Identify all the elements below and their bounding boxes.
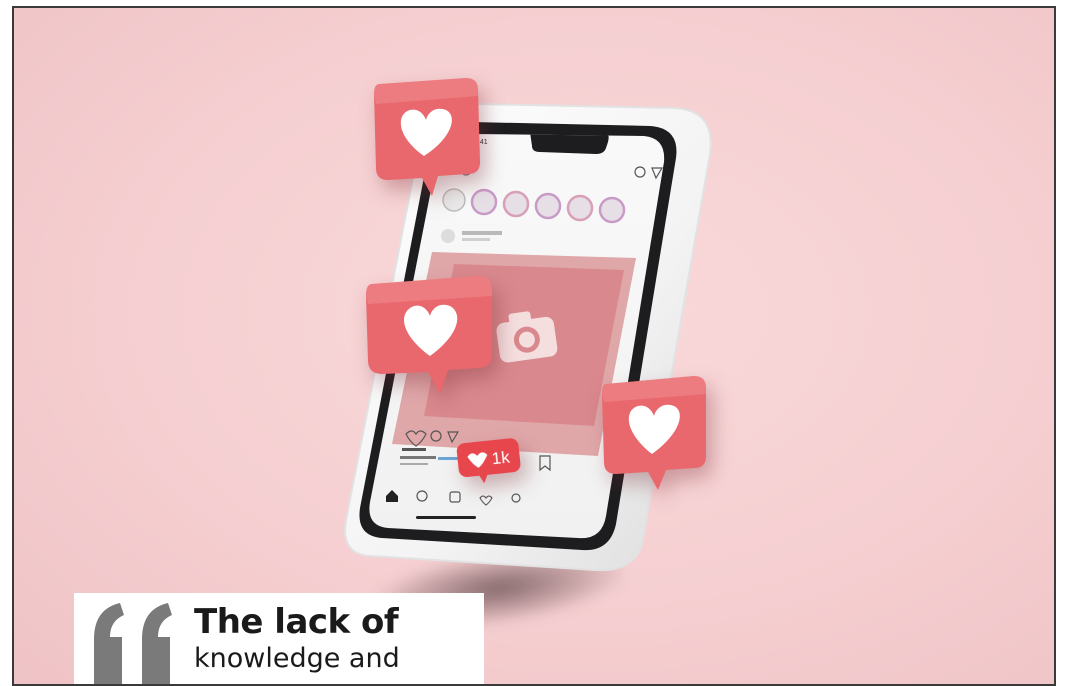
quote-line-1: The lack of xyxy=(194,602,399,642)
illustration-frame: 9:41 1k The lack of knowledge and xyxy=(12,6,1056,686)
quote-line-2: knowledge and xyxy=(194,643,400,674)
heart-bubble-top xyxy=(374,78,480,196)
heart-bubble-middle xyxy=(366,276,492,394)
quote-mark-icon xyxy=(94,603,172,684)
pull-quote: The lack of knowledge and xyxy=(74,593,484,684)
likes-count: 1k xyxy=(491,447,511,468)
heart-bubble-right xyxy=(602,376,706,490)
